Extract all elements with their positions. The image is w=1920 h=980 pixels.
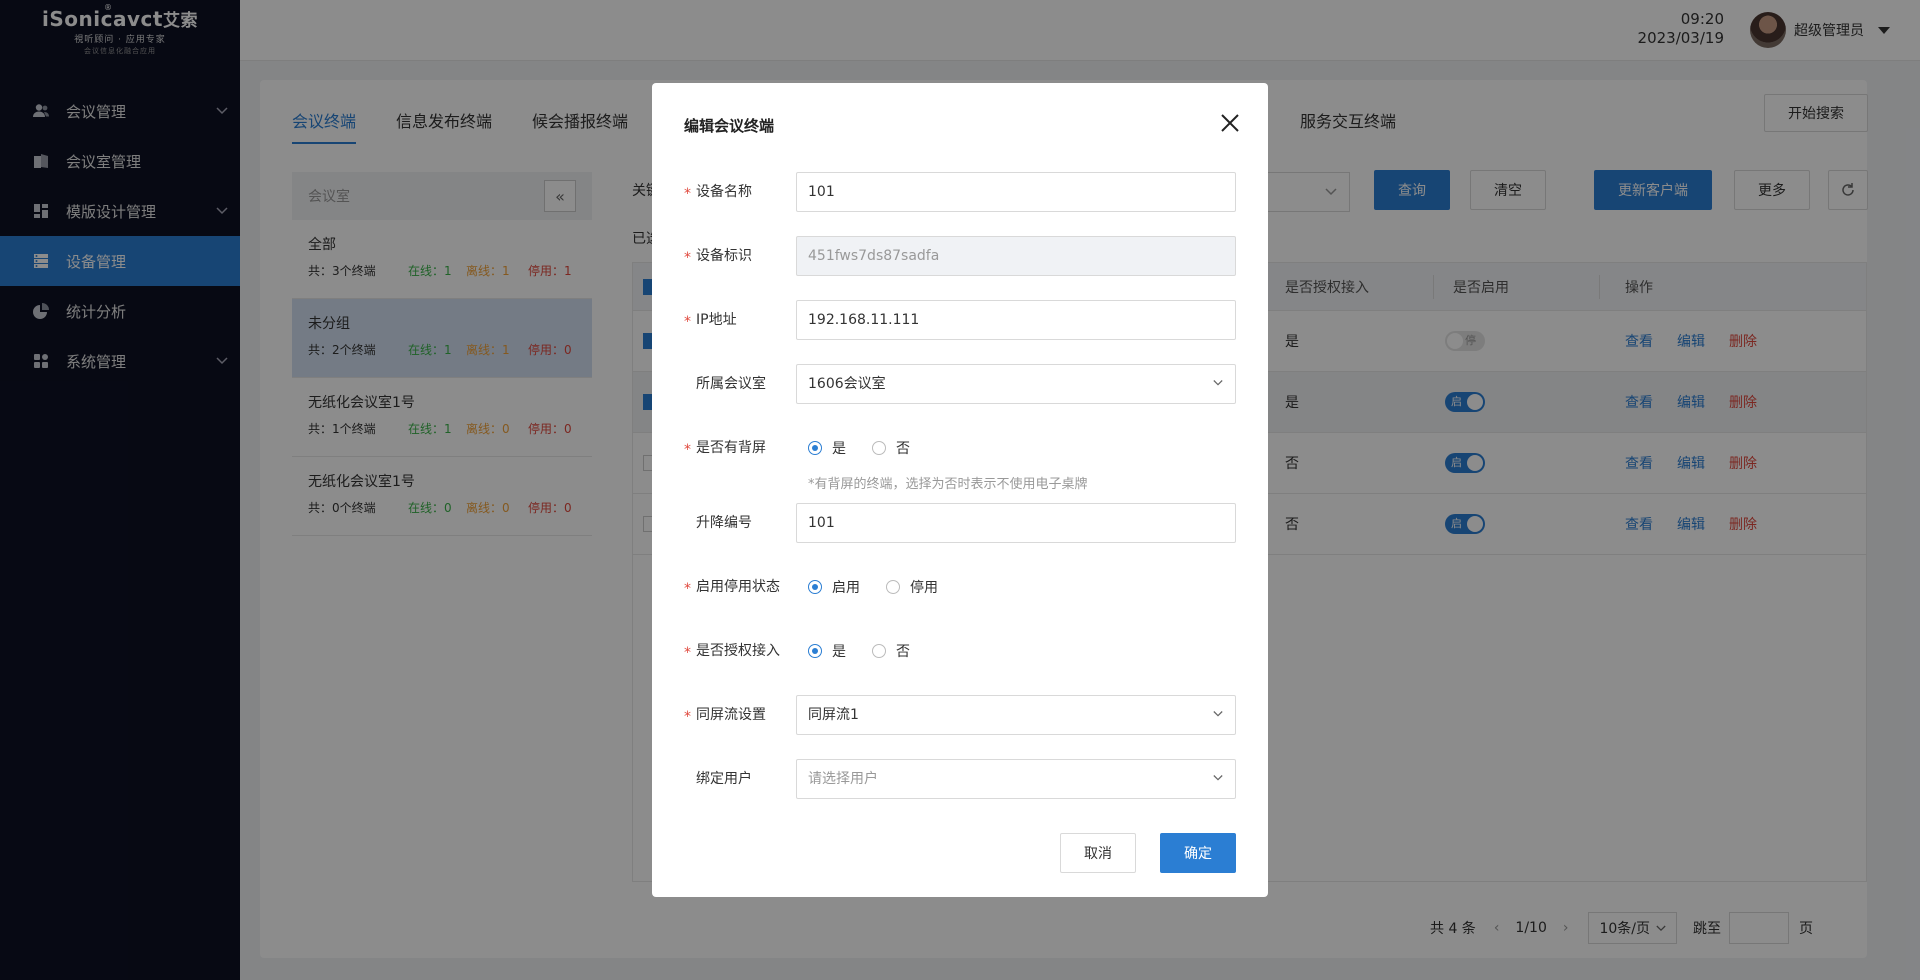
status-disabled-radio[interactable]: 停用 — [886, 577, 938, 597]
close-icon[interactable] — [1220, 113, 1240, 133]
label-lift-number: 升降编号 — [696, 515, 752, 531]
required-mark: * — [684, 581, 691, 597]
label-device-name: 设备名称 — [696, 184, 752, 200]
field-room: 所属会议室 1606会议室 — [684, 364, 1236, 404]
authorized-yes-radio[interactable]: 是 — [808, 641, 846, 661]
confirm-button[interactable]: 确定 — [1160, 833, 1236, 873]
field-stream: * 同屏流设置 同屏流1 — [684, 695, 1236, 735]
required-mark: * — [684, 645, 691, 661]
bind-user-select[interactable]: 请选择用户 — [796, 759, 1236, 799]
required-mark: * — [684, 250, 691, 266]
field-authorized: * 是否授权接入 是 否 — [684, 631, 1236, 671]
status-enabled-radio[interactable]: 启用 — [808, 577, 860, 597]
lift-number-input[interactable]: 101 — [796, 503, 1236, 543]
radio-label: 启用 — [832, 580, 860, 596]
chevron-down-icon — [1213, 711, 1223, 717]
radio-label: 是 — [832, 644, 846, 660]
field-status: * 启用停用状态 启用 停用 — [684, 567, 1236, 607]
authorized-radio-group: 是 否 — [808, 631, 936, 671]
required-mark: * — [684, 186, 691, 202]
label-back-screen: 是否有背屏 — [696, 440, 766, 456]
back-screen-yes-radio[interactable]: 是 — [808, 438, 846, 458]
field-device-id: * 设备标识 451fws7ds87sadfa — [684, 236, 1236, 276]
radio-label: 否 — [896, 441, 910, 457]
radio-label: 是 — [832, 441, 846, 457]
field-back-screen: * 是否有背屏 是 否 — [684, 428, 1236, 468]
label-bind-user: 绑定用户 — [696, 771, 752, 787]
label-room: 所属会议室 — [696, 376, 766, 392]
room-select[interactable]: 1606会议室 — [796, 364, 1236, 404]
required-mark: * — [684, 314, 691, 330]
field-ip: * IP地址 192.168.11.111 — [684, 300, 1236, 340]
authorized-no-radio[interactable]: 否 — [872, 641, 910, 661]
edit-terminal-modal: 编辑会议终端 * 设备名称 101 * 设备标识 451fws7ds87sadfa … — [652, 83, 1268, 897]
back-screen-hint: *有背屏的终端，选择为否时表示不使用电子桌牌 — [808, 477, 1088, 492]
status-radio-group: 启用 停用 — [808, 567, 964, 607]
bind-user-placeholder: 请选择用户 — [808, 771, 878, 787]
label-status: 启用停用状态 — [696, 579, 780, 595]
label-device-id: 设备标识 — [696, 248, 752, 264]
field-device-name: * 设备名称 101 — [684, 172, 1236, 212]
cancel-button[interactable]: 取消 — [1060, 833, 1136, 873]
chevron-down-icon — [1213, 775, 1223, 781]
device-name-input[interactable]: 101 — [796, 172, 1236, 212]
device-id-input: 451fws7ds87sadfa — [796, 236, 1236, 276]
modal-title: 编辑会议终端 — [684, 117, 775, 135]
ip-input[interactable]: 192.168.11.111 — [796, 300, 1236, 340]
room-select-value: 1606会议室 — [808, 376, 886, 392]
label-authorized: 是否授权接入 — [696, 643, 780, 659]
label-stream: 同屏流设置 — [696, 707, 766, 723]
radio-label: 否 — [896, 644, 910, 660]
field-bind-user: 绑定用户 请选择用户 — [684, 759, 1236, 799]
required-mark: * — [684, 709, 691, 725]
stream-select-value: 同屏流1 — [808, 707, 859, 723]
radio-label: 停用 — [910, 580, 938, 596]
required-mark: * — [684, 442, 691, 458]
back-screen-no-radio[interactable]: 否 — [872, 438, 910, 458]
stream-select[interactable]: 同屏流1 — [796, 695, 1236, 735]
back-screen-radio-group: 是 否 — [808, 428, 936, 468]
label-ip: IP地址 — [696, 312, 737, 328]
chevron-down-icon — [1213, 380, 1223, 386]
field-lift-number: 升降编号 101 — [684, 503, 1236, 543]
